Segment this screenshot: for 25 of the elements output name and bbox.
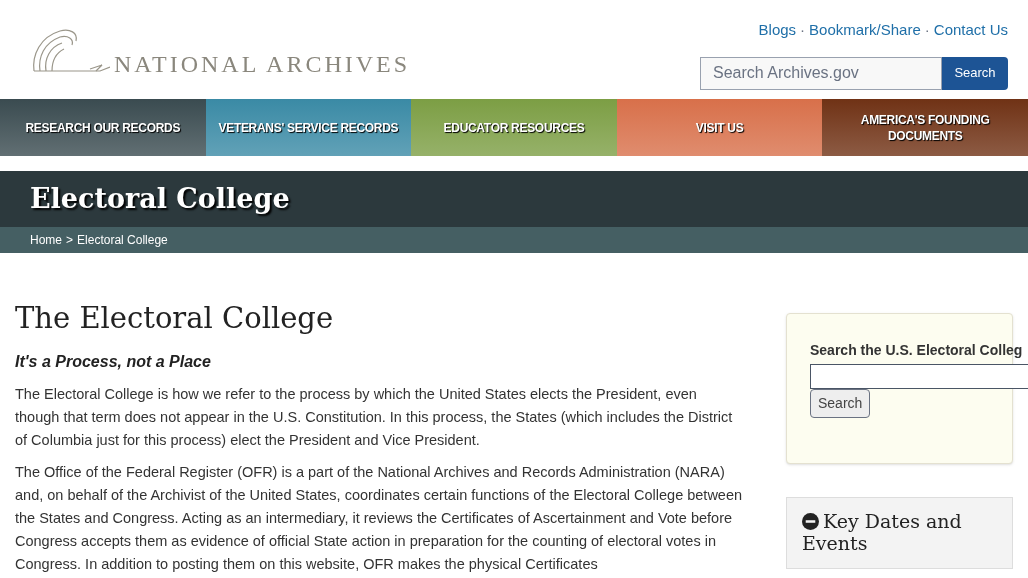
nav-tab[interactable]: RESEARCH OUR RECORDS — [0, 99, 206, 156]
article-paragraph: The Electoral College is how we refer to the process by which the United States elects the President, even though that term does not appear in the U.S. Constitution. In this process, the States (which includes the District of Columbia just for this process) elect the President and Vice President. — [15, 385, 734, 450]
site-logo-text[interactable]: NATIONAL ARCHIVES — [114, 52, 411, 76]
search-submit-button[interactable]: Search — [810, 389, 871, 418]
electoral-search-field[interactable] — [810, 364, 1028, 389]
search-field[interactable]: Search Archives.gov — [700, 56, 942, 90]
breadcrumb-separator: > — [66, 232, 74, 249]
article-heading: The Electoral College — [15, 300, 335, 337]
header-link[interactable]: Contact Us — [933, 19, 1008, 42]
breadcrumb-link[interactable]: Home — [30, 231, 62, 249]
page-title: Electoral College — [30, 181, 290, 216]
search-label: Search the U.S. Electoral Colleg — [810, 341, 1023, 360]
header-link[interactable]: Bookmark/Share — [809, 19, 921, 42]
article-subheading: It's a Process, not a Place — [15, 352, 212, 372]
accordion-header[interactable]: Key Dates and Events — [802, 510, 997, 554]
search-button[interactable]: Search — [942, 56, 1008, 90]
nav-tab[interactable]: VETERANS' SERVICE RECORDS — [205, 99, 412, 156]
minus-circle-icon — [802, 513, 819, 530]
breadcrumb-current: Electoral College — [77, 232, 168, 249]
article-paragraph: The Office of the Federal Register (OFR) is a part of the National Archives and Records Administration (NARA) and, on behalf of the Archivist of the United States, coordinates certain functions of the Electoral College between the States and Congress. Acting as an intermediary, it reviews the Certificates of Ascertainment and Vote before Congress accepts them as evidence of official State action in preparation for the counting of electoral votes in Congress. In addition to posting them on this website, OFR makes the physical Certificates — [15, 463, 744, 574]
header-link[interactable]: Blogs — [758, 19, 797, 42]
nav-tab[interactable]: VISIT US — [616, 99, 823, 156]
link-separator: · — [800, 20, 806, 40]
nav-tab[interactable]: AMERICA'S FOUNDING DOCUMENTS — [822, 99, 1028, 156]
link-separator: · — [924, 20, 930, 40]
